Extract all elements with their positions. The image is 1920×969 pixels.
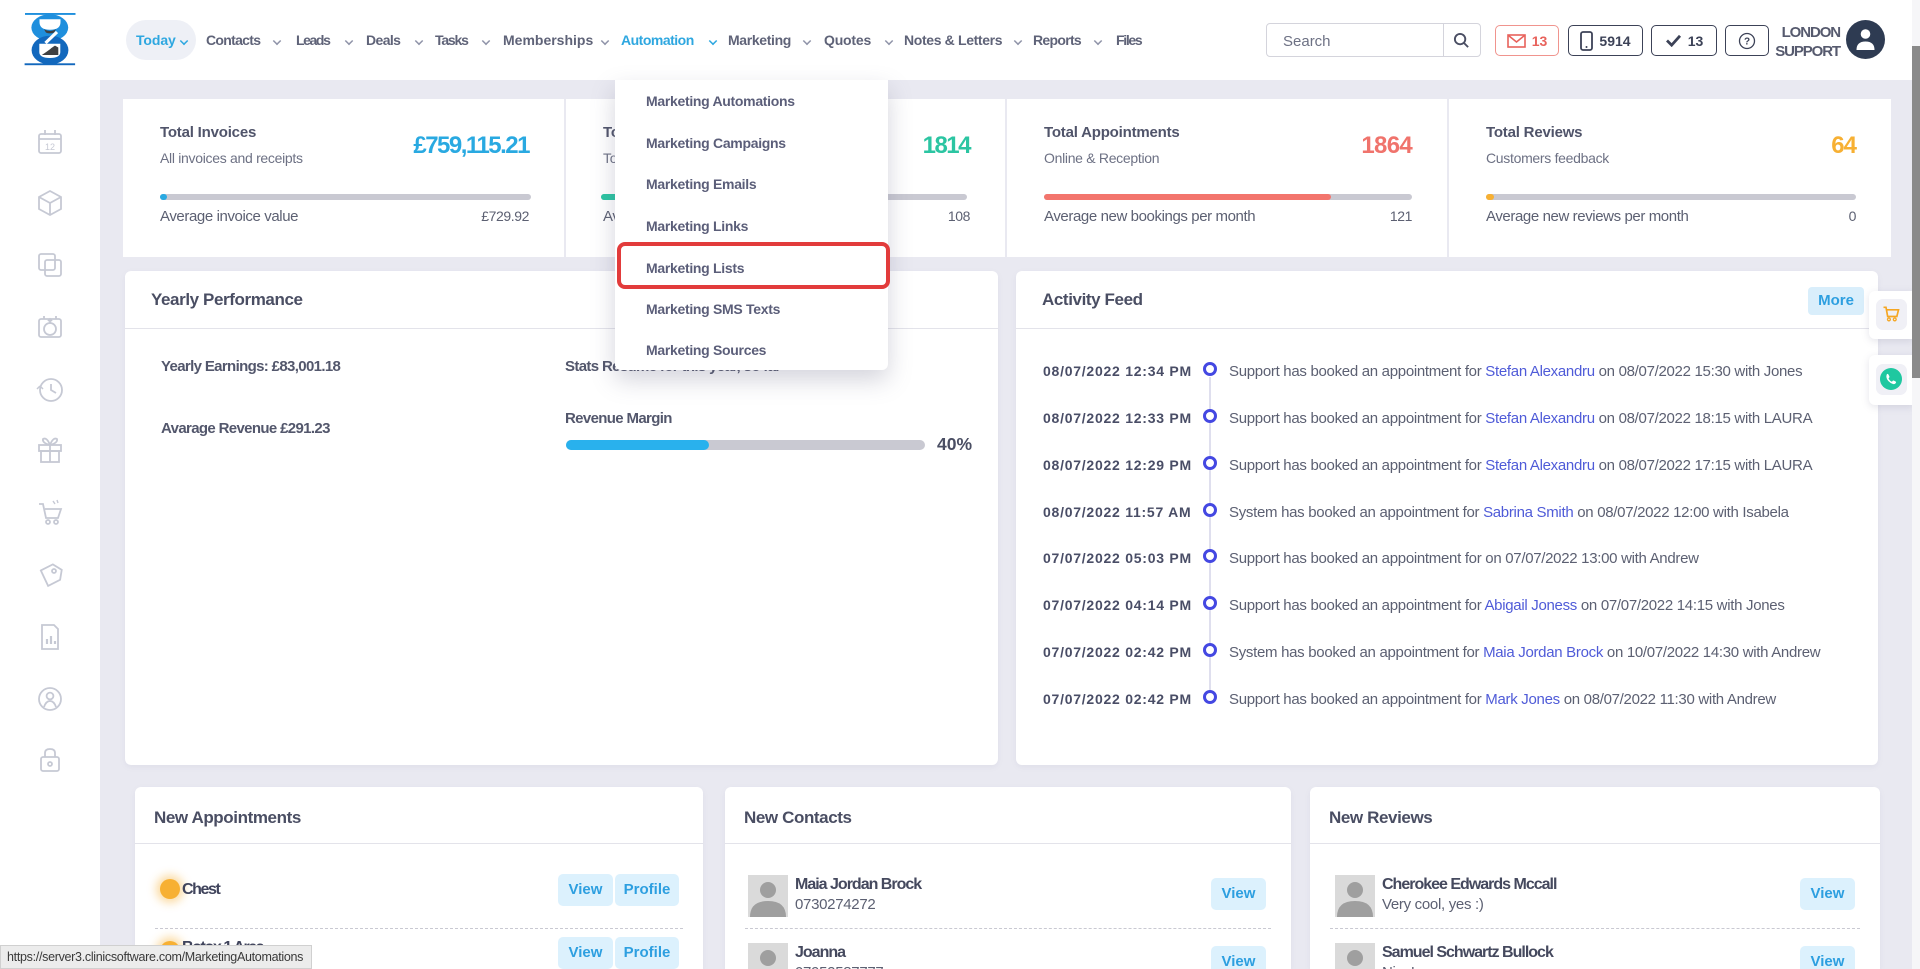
svg-text:12: 12 [45, 142, 55, 152]
